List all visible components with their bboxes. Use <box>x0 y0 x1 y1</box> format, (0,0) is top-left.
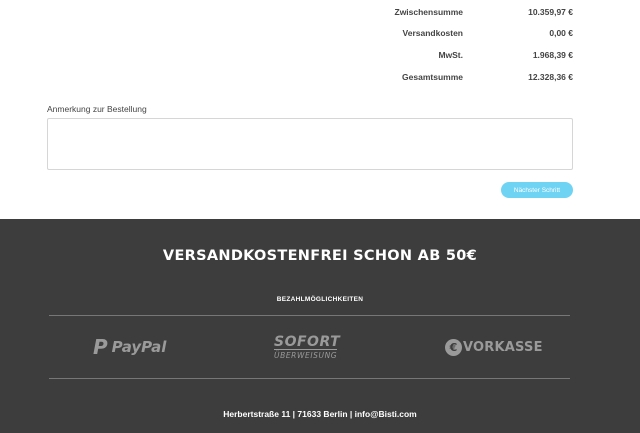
order-summary: Zwischensumme 10.359,97 € Versandkosten … <box>0 0 640 90</box>
sofort-logo: SOFORT ÜBERWEISUNG <box>274 332 340 362</box>
next-step-button[interactable]: Nächster Schritt <box>501 182 573 198</box>
summary-row-subtotal: Zwischensumme 10.359,97 € <box>0 7 640 21</box>
sofort-wordmark: SOFORT <box>274 333 341 350</box>
shipping-promo: VERSANDKOSTENFREI SCHON AB 50€ <box>162 248 478 264</box>
paypal-wordmark: PayPal <box>111 338 167 356</box>
sofort-subtitle: ÜBERWEISUNG <box>274 348 338 360</box>
divider-bottom <box>49 378 570 379</box>
shipping-value: 0,00 € <box>549 28 573 38</box>
summary-row-tax: MwSt. 1.968,39 € <box>0 50 640 64</box>
total-value: 12.328,36 € <box>528 72 573 82</box>
summary-row-total: Gesamtsumme 12.328,36 € <box>0 72 640 86</box>
order-note-label: Anmerkung zur Bestellung <box>47 104 147 114</box>
footer: VERSANDKOSTENFREI SCHON AB 50€ BEZAHLMÖG… <box>0 219 640 433</box>
tax-label: MwSt. <box>438 50 463 60</box>
subtotal-label: Zwischensumme <box>394 7 464 17</box>
footer-address: Herbertstraße 11 | 71633 Berlin | info@B… <box>223 409 417 419</box>
euro-icon: € <box>445 338 462 356</box>
tax-value: 1.968,39 € <box>532 50 573 60</box>
divider-top <box>49 315 570 316</box>
shipping-label: Versandkosten <box>402 28 463 38</box>
order-note-field[interactable] <box>47 118 573 170</box>
subtotal-value: 10.359,97 € <box>528 7 573 17</box>
total-label: Gesamtsumme <box>402 72 463 82</box>
vorkasse-wordmark: VORKASSE <box>463 339 543 355</box>
paypal-logo: P PayPal <box>93 332 166 362</box>
payment-methods-title: BEZAHLMÖGLICHKEITEN <box>276 296 364 303</box>
summary-row-shipping: Versandkosten 0,00 € <box>0 28 640 42</box>
vorkasse-logo: € VORKASSE <box>445 332 543 362</box>
paypal-icon: P <box>93 335 108 359</box>
